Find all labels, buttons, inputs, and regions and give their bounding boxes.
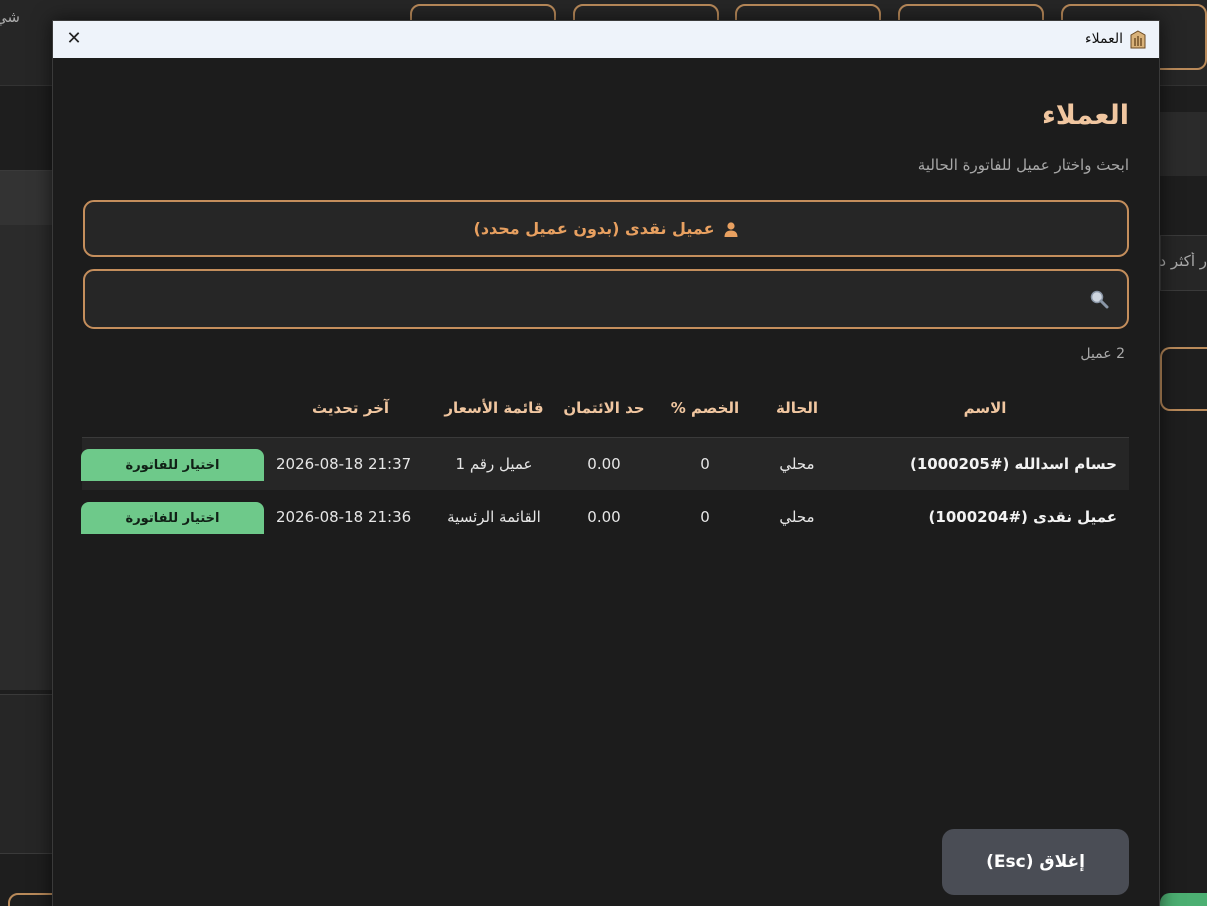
user-icon [724, 221, 738, 237]
column-header-status: الحالة [753, 380, 841, 438]
customer-action-cell: اختيار للفاتورة [81, 490, 264, 543]
customer-price-list: عميل رقم 1 [437, 437, 551, 490]
customers-dialog: ✕ العملاء العملاء ابحث واختار عميل للفات… [52, 20, 1160, 906]
dialog-content: العملاء ابحث واختار عميل للفاتورة الحالي… [53, 58, 1159, 906]
dialog-titlebar: ✕ العملاء [53, 21, 1159, 58]
customer-updated-value: 2026-08-18 21:37 [276, 454, 412, 473]
customer-name: حسام اسدالله (#1000205) [841, 437, 1129, 490]
customer-updated: 2026-08-18 21:37 [264, 437, 437, 490]
table-row[interactable]: حسام اسدالله (#1000205) محلي 0 0.00 عميل… [81, 437, 1129, 490]
page-subtitle: ابحث واختار عميل للفاتورة الحالية [917, 156, 1129, 174]
select-for-invoice-button[interactable]: اختيار للفاتورة [81, 448, 264, 481]
table-header-row: الاسم الحالة الخصم % حد الائتمان قائمة ا… [82, 380, 1129, 438]
background-left-lower-panel [0, 694, 52, 854]
column-header-action [82, 380, 264, 438]
select-for-invoice-button[interactable]: اختيار للفاتورة [81, 501, 264, 534]
customer-updated: 2026-08-18 21:36 [264, 490, 437, 543]
background-left-panel [0, 170, 52, 690]
customers-table: الاسم الحالة الخصم % حد الائتمان قائمة ا… [81, 380, 1129, 543]
column-header-credit-limit: حد الائتمان [551, 380, 657, 438]
search-icon [1090, 290, 1109, 309]
close-icon[interactable]: ✕ [63, 28, 85, 50]
column-header-price-list: قائمة الأسعار [437, 380, 551, 438]
customer-discount: 0 [700, 507, 710, 526]
walk-in-customer-label: عميل نقدى (بدون عميل محدد) [473, 219, 715, 238]
background-right-box[interactable] [1160, 347, 1207, 411]
customer-discount: 0 [657, 437, 753, 490]
background-right-panel [1160, 112, 1207, 176]
column-header-discount: الخصم % [657, 380, 753, 438]
customer-name: عميل نقدى (#1000204) [928, 507, 1117, 526]
customer-price-list: القائمة الرئسية [447, 507, 541, 526]
page-title: العملاء [1041, 100, 1129, 131]
search-box[interactable] [83, 269, 1129, 329]
customer-status: محلي [753, 437, 841, 490]
background-green-button[interactable] [1160, 893, 1207, 906]
result-count: 2 عميل [1080, 346, 1125, 362]
column-header-name: الاسم [841, 380, 1129, 438]
customer-credit-limit: 0.00 [551, 437, 657, 490]
table-row[interactable]: عميل نقدى (#1000204) محلي 0 0.00 القائمة… [81, 490, 1129, 543]
close-button[interactable]: إغلاق (Esc) [942, 829, 1129, 895]
walk-in-customer-button[interactable]: عميل نقدى (بدون عميل محدد) [83, 200, 1129, 257]
column-header-updated: آخر تحديث [264, 380, 437, 438]
background-text-fragment: شي [0, 8, 20, 26]
search-input[interactable] [95, 279, 1083, 319]
customer-updated-value: 2026-08-18 21:36 [276, 507, 412, 526]
customer-credit-limit: 0.00 [587, 507, 621, 526]
customer-action-cell: اختيار للفاتورة [81, 437, 264, 490]
app-logo-icon [1130, 30, 1146, 49]
customer-status: محلي [779, 507, 815, 526]
dialog-title: العملاء [1085, 31, 1123, 47]
